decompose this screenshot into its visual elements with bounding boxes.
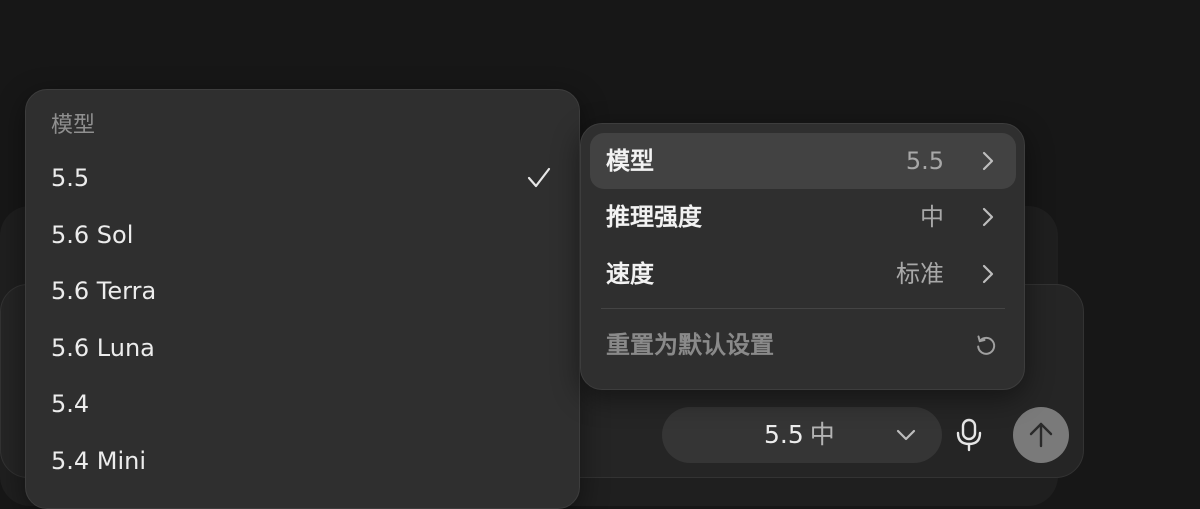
- model-option-5-6-luna[interactable]: 5.6 Luna: [26, 320, 579, 376]
- model-selector-model: 5.5: [764, 420, 804, 449]
- model-option-5-6-terra[interactable]: 5.6 Terra: [26, 263, 579, 319]
- divider: [601, 308, 1005, 309]
- reset-label: 重置为默认设置: [606, 331, 774, 359]
- checkmark-icon: [527, 167, 551, 188]
- model-option-label: 5.4: [51, 390, 90, 418]
- model-option-5-5[interactable]: 5.5: [26, 150, 579, 206]
- settings-row-label: 速度: [606, 260, 654, 288]
- model-menu-header: 模型: [51, 113, 96, 138]
- settings-row-model[interactable]: 模型 5.5: [590, 133, 1016, 189]
- reset-icon: [977, 335, 996, 355]
- send-button[interactable]: [1013, 407, 1069, 463]
- chevron-right-icon: [982, 207, 994, 227]
- model-option-label: 5.6 Sol: [51, 221, 134, 249]
- settings-row-value: 标准: [896, 260, 944, 288]
- model-selector-effort: 中: [809, 420, 835, 449]
- model-option-label: 5.4 Mini: [51, 447, 147, 475]
- chevron-down-icon: [896, 429, 916, 441]
- chevron-right-icon: [982, 151, 994, 171]
- model-option-label: 5.6 Luna: [51, 334, 155, 362]
- settings-row-reasoning-effort[interactable]: 推理强度 中: [590, 189, 1016, 245]
- settings-row-label: 推理强度: [606, 203, 702, 231]
- model-option-5-6-sol[interactable]: 5.6 Sol: [26, 207, 579, 263]
- microphone-icon[interactable]: [954, 418, 984, 452]
- settings-row-label: 模型: [606, 147, 654, 175]
- settings-row-speed[interactable]: 速度 标准: [590, 246, 1016, 302]
- model-option-label: 5.6 Terra: [51, 277, 157, 305]
- settings-panel: 模型 5.5 推理强度 中 速度 标准 重置为默认设置: [580, 123, 1025, 390]
- model-option-5-4[interactable]: 5.4: [26, 376, 579, 432]
- settings-row-value: 5.5: [905, 147, 944, 175]
- model-selector-button[interactable]: 5.5 中: [662, 407, 942, 463]
- chevron-right-icon: [982, 264, 994, 284]
- arrow-up-icon: [1029, 422, 1053, 448]
- model-option-label: 5.5: [51, 164, 90, 192]
- model-menu: 模型 5.5 5.6 Sol 5.6 Terra 5.6 Luna 5.4 5.…: [25, 89, 580, 509]
- reset-defaults-button[interactable]: 重置为默认设置: [590, 317, 1016, 373]
- settings-row-value: 中: [920, 203, 944, 231]
- model-selector-label: 5.5 中: [764, 407, 835, 463]
- model-option-5-4-mini[interactable]: 5.4 Mini: [26, 433, 579, 489]
